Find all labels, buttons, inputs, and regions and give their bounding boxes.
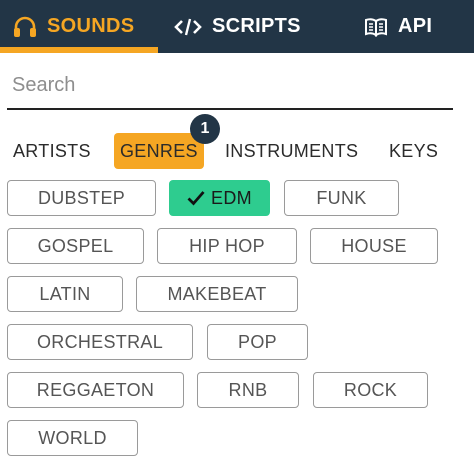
genre-chip-funk[interactable]: FUNK [284, 180, 399, 216]
genre-chip-label: ORCHESTRAL [36, 331, 164, 352]
tab-scripts[interactable]: SCRIPTS [174, 0, 301, 53]
tab-sounds[interactable]: SOUNDS [13, 0, 134, 53]
genre-chip-edm[interactable]: EDM [169, 180, 270, 216]
top-nav: SOUNDS SCRIPTS API [0, 0, 474, 53]
genre-chip-label: ROCK [343, 379, 398, 400]
genre-chip-gospel[interactable]: GOSPEL [7, 228, 144, 264]
genre-chip-orchestral[interactable]: ORCHESTRAL [7, 324, 193, 360]
filter-tab-keys[interactable]: KEYS [389, 133, 438, 169]
genre-chip-pop[interactable]: POP [207, 324, 308, 360]
genre-chip-latin[interactable]: LATIN [7, 276, 123, 312]
genre-chip-label: RNB [228, 379, 268, 400]
genre-chip-label: REGGAETON [36, 379, 155, 400]
genres-count-badge: 1 [190, 114, 220, 144]
genre-chip-reggaeton[interactable]: REGGAETON [7, 372, 184, 408]
search-input[interactable] [12, 70, 442, 100]
active-tab-indicator [0, 47, 158, 53]
genre-chip-hip-hop[interactable]: HIP HOP [157, 228, 297, 264]
tab-sounds-label: SOUNDS [47, 15, 135, 37]
search-box [7, 62, 453, 110]
genre-chip-label: MAKEBEAT [167, 283, 267, 304]
genre-chip-label: EDM [211, 187, 252, 208]
genre-chip-label: DUBSTEP [37, 187, 126, 208]
headphones-icon [14, 16, 36, 37]
filter-tab-instruments[interactable]: INSTRUMENTS [225, 133, 358, 169]
genre-chip-rock[interactable]: ROCK [313, 372, 428, 408]
genre-chip-world[interactable]: WORLD [7, 420, 138, 456]
genre-chip-label: GOSPEL [37, 235, 114, 256]
tab-api[interactable]: API [364, 0, 432, 53]
book-icon [365, 17, 387, 37]
genre-chip-label: LATIN [39, 283, 91, 304]
genre-chip-label: HIP HOP [189, 235, 265, 256]
filter-tab-artists[interactable]: ARTISTS [13, 133, 91, 169]
code-icon [174, 18, 202, 35]
checkmark-icon [187, 191, 205, 206]
genre-chip-label: FUNK [316, 187, 367, 208]
genre-chip-makebeat[interactable]: MAKEBEAT [136, 276, 298, 312]
genre-chip-dubstep[interactable]: DUBSTEP [7, 180, 156, 216]
tab-scripts-label: SCRIPTS [212, 15, 301, 37]
tab-api-label: API [398, 15, 433, 37]
genre-chip-label: WORLD [38, 427, 107, 448]
genre-chip-house[interactable]: HOUSE [310, 228, 438, 264]
genre-chip-label: HOUSE [341, 235, 407, 256]
genre-chip-rnb[interactable]: RNB [197, 372, 299, 408]
genre-chip-label: POP [238, 331, 277, 352]
filter-tab-genres[interactable]: GENRES [114, 133, 204, 169]
